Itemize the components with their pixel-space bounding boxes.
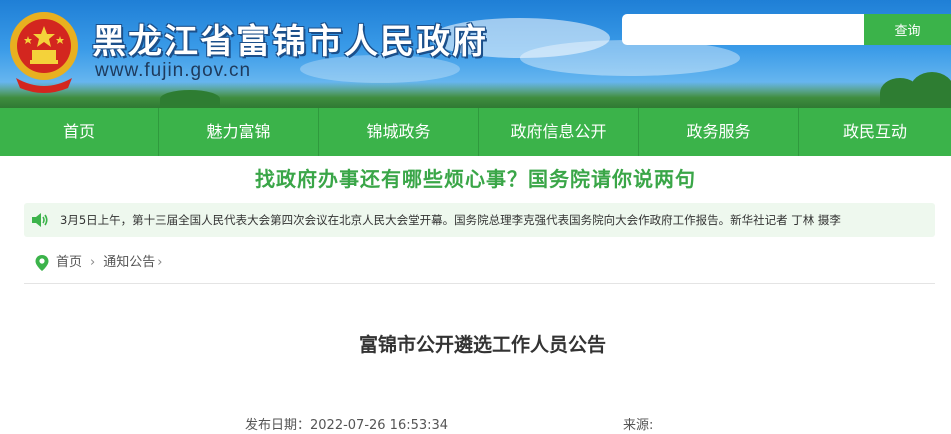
tree-line-decoration [0,82,951,108]
publish-date: 发布日期：2022-07-26 16:53:34 [245,418,449,433]
nav-item-gov-services[interactable]: 政务服务 [639,108,799,156]
tree-decoration [160,90,220,108]
breadcrumb: 首页 › 通知公告 › [24,252,935,284]
nav-item-public-interaction[interactable]: 政民互动 [799,108,951,156]
search-button[interactable]: 查询 [864,14,951,45]
notice-ticker: 3月5日上午，第十三届全国人民代表大会第四次会议在北京人民大会堂开幕。国务院总理… [24,203,935,237]
nav-item-gov-info-disclosure[interactable]: 政府信息公开 [479,108,639,156]
site-title: 黑龙江省富锦市人民政府 [92,22,488,62]
notice-text[interactable]: 3月5日上午，第十三届全国人民代表大会第四次会议在北京人民大会堂开幕。国务院总理… [60,203,841,237]
search-input[interactable] [622,14,864,45]
featured-headline-link[interactable]: 找政府办事还有哪些烦心事？国务院请你说两句 [0,163,951,192]
cloud-decoration [520,40,740,76]
nav-item-charm-fujin[interactable]: 魅力富锦 [159,108,319,156]
site-header: 黑龙江省富锦市人民政府 www.fujin.gov.cn 查询 [0,0,951,108]
national-emblem-icon [10,12,78,93]
tree-decoration [910,72,951,108]
location-pin-icon [35,255,49,271]
main-nav: 首页 魅力富锦 锦城政务 政府信息公开 政务服务 政民互动 [0,108,951,156]
breadcrumb-notices-link[interactable]: 通知公告 [103,252,155,274]
nav-item-home[interactable]: 首页 [0,108,159,156]
article-source: 来源: [623,418,654,433]
nav-item-city-affairs[interactable]: 锦城政务 [319,108,479,156]
article-title: 富锦市公开遴选工作人员公告 [358,334,606,356]
breadcrumb-separator: › [90,255,96,270]
breadcrumb-separator: › [157,255,163,270]
site-url: www.fujin.gov.cn [95,60,252,81]
speaker-icon [32,213,48,227]
breadcrumb-home-link[interactable]: 首页 [56,252,82,274]
